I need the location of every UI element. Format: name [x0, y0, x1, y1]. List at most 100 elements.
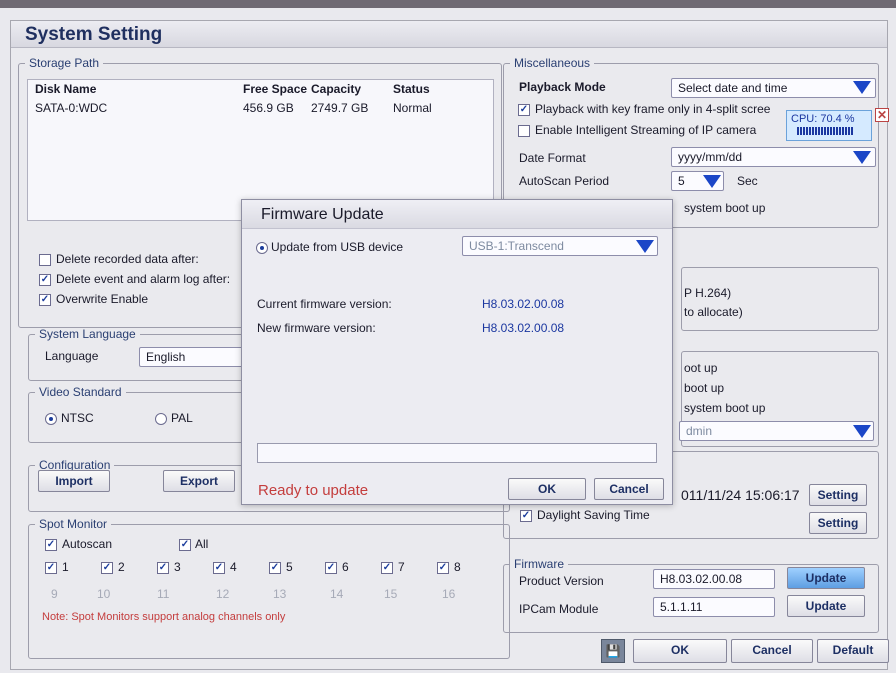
language-label: Language	[45, 349, 99, 363]
boot-up-text: system boot up	[684, 201, 766, 215]
channel-4-checkbox[interactable]	[213, 562, 225, 574]
export-button[interactable]: Export	[163, 470, 235, 492]
channel-6-checkbox[interactable]	[325, 562, 337, 574]
delete-event-log-checkbox[interactable]	[39, 274, 51, 286]
intelligent-streaming-checkbox[interactable]	[518, 125, 530, 137]
import-button[interactable]: Import	[38, 470, 110, 492]
dialog-dropdown-arrow-icon[interactable]	[636, 240, 654, 253]
channel-13-label: 13	[273, 587, 287, 601]
footer-ok-button[interactable]: OK	[633, 639, 727, 663]
right-partial-1: P H.264)	[684, 286, 732, 300]
channel-6-label: 6	[342, 560, 349, 574]
all-label: All	[195, 537, 209, 551]
language-select[interactable]: English	[139, 347, 249, 367]
daylight-saving-label: Daylight Saving Time	[537, 508, 650, 522]
right-partial-5: system boot up	[684, 401, 766, 415]
storage-legend: Storage Path	[29, 56, 100, 70]
right-partial-4: boot up	[684, 381, 725, 395]
channel-16-label: 16	[442, 587, 456, 601]
autoscan-period-label: AutoScan Period	[519, 174, 610, 188]
ipcam-module-field: 5.1.1.11	[653, 597, 775, 617]
current-firmware-value: H8.03.02.00.08	[482, 297, 565, 311]
ipcam-module-label: IPCam Module	[519, 602, 599, 616]
cpu-text: CPU: 70.4 %	[791, 113, 855, 125]
channel-15-label: 15	[384, 587, 398, 601]
cpu-bar	[797, 127, 853, 135]
close-icon[interactable]: ✕	[875, 108, 889, 122]
autoscan-label: Autoscan	[62, 537, 113, 551]
right-partial-2: to allocate)	[684, 305, 743, 319]
footer-cancel-button[interactable]: Cancel	[731, 639, 813, 663]
product-version-field: H8.03.02.00.08	[653, 569, 775, 589]
all-checkbox[interactable]	[179, 539, 191, 551]
update-progress-bar	[257, 443, 657, 463]
dropdown-arrow-icon-4[interactable]	[853, 425, 871, 438]
delete-recorded-label: Delete recorded data after:	[56, 252, 199, 266]
autoscan-unit: Sec	[737, 174, 758, 188]
misc-legend: Miscellaneous	[514, 56, 591, 70]
channel-9-label: 9	[51, 587, 58, 601]
table-row-disk[interactable]: SATA-0:WDC	[35, 101, 107, 115]
col-disk-name: Disk Name	[35, 82, 97, 96]
channel-2-checkbox[interactable]	[101, 562, 113, 574]
ipcam-update-button[interactable]: Update	[787, 595, 865, 617]
playback-mode-select[interactable]: Select date and time	[671, 78, 876, 98]
channel-1-label: 1	[62, 560, 69, 574]
channel-7-label: 7	[398, 560, 405, 574]
delete-recorded-checkbox[interactable]	[39, 254, 51, 266]
overwrite-enable-label: Overwrite Enable	[56, 292, 149, 306]
channel-1-checkbox[interactable]	[45, 562, 57, 574]
channel-3-checkbox[interactable]	[157, 562, 169, 574]
channel-12-label: 12	[216, 587, 230, 601]
new-firmware-label: New firmware version:	[257, 321, 376, 335]
update-status-text: Ready to update	[258, 482, 369, 499]
date-format-label: Date Format	[519, 151, 586, 165]
dialog-title: Firmware Update	[261, 206, 384, 223]
daylight-saving-checkbox[interactable]	[520, 510, 532, 522]
col-capacity: Capacity	[311, 82, 362, 96]
channel-3-label: 3	[174, 560, 181, 574]
channel-8-checkbox[interactable]	[437, 562, 449, 574]
datetime-value: 011/11/24 15:06:17	[681, 487, 800, 503]
floppy-icon[interactable]: 💾	[601, 639, 625, 663]
admin-select[interactable]: dmin	[679, 421, 874, 441]
pal-radio[interactable]	[155, 413, 167, 425]
firmware-update-button[interactable]: Update	[787, 567, 865, 589]
dialog-cancel-button[interactable]: Cancel	[594, 478, 664, 500]
playback-mode-label: Playback Mode	[519, 80, 606, 94]
dialog-ok-button[interactable]: OK	[508, 478, 586, 500]
right-partial-3: oot up	[684, 361, 718, 375]
current-firmware-label: Current firmware version:	[257, 297, 392, 311]
footer-default-button[interactable]: Default	[817, 639, 889, 663]
table-row-capacity: 2749.7 GB	[311, 101, 369, 115]
channel-10-label: 10	[97, 587, 111, 601]
firmware-legend: Firmware	[514, 557, 564, 571]
table-row-status: Normal	[393, 101, 432, 115]
channel-7-checkbox[interactable]	[381, 562, 393, 574]
language-legend: System Language	[39, 327, 136, 341]
ntsc-radio[interactable]	[45, 413, 57, 425]
dropdown-arrow-icon[interactable]	[853, 81, 871, 94]
dialog-header: Firmware Update	[242, 200, 672, 229]
usb-source-radio[interactable]	[256, 242, 268, 254]
autoscan-checkbox[interactable]	[45, 539, 57, 551]
daylight-setting-button[interactable]: Setting	[809, 512, 867, 534]
date-format-select[interactable]: yyyy/mm/dd	[671, 147, 876, 167]
spot-legend: Spot Monitor	[39, 517, 108, 531]
delete-event-log-label: Delete event and alarm log after:	[56, 272, 231, 286]
col-status: Status	[393, 82, 430, 96]
cpu-meter: CPU: 70.4 %	[786, 110, 872, 141]
channel-5-checkbox[interactable]	[269, 562, 281, 574]
dropdown-arrow-icon-2[interactable]	[853, 151, 871, 164]
usb-source-select[interactable]: USB-1:Transcend	[462, 236, 658, 256]
overwrite-enable-checkbox[interactable]	[39, 294, 51, 306]
new-firmware-value: H8.03.02.00.08	[482, 321, 565, 335]
time-setting-button[interactable]: Setting	[809, 484, 867, 506]
channel-2-label: 2	[118, 560, 125, 574]
channel-14-label: 14	[330, 587, 344, 601]
table-row-free: 456.9 GB	[243, 101, 294, 115]
keyframe-checkbox[interactable]	[518, 104, 530, 116]
intelligent-streaming-label: Enable Intelligent Streaming of IP camer…	[535, 123, 757, 137]
dropdown-arrow-icon-3[interactable]	[703, 175, 721, 188]
channel-11-label: 11	[157, 587, 170, 601]
